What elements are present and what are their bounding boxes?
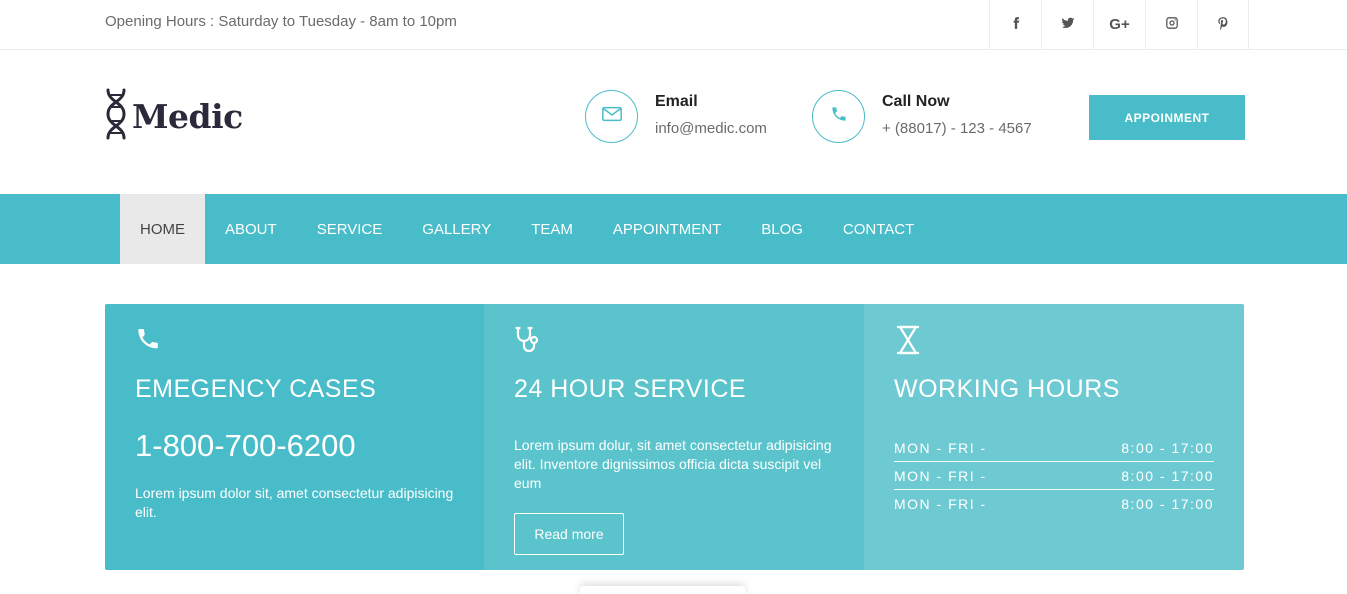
email-icon-circle: [585, 90, 638, 143]
hours-day: MON - FRI -: [894, 496, 987, 512]
next-section-edge: [580, 586, 745, 594]
service-title: 24 HOUR SERVICE: [514, 375, 747, 403]
service-desc: Lorem ipsum dolur, sit amet consectetur …: [514, 437, 832, 491]
emergency-desc: Lorem ipsum dolor sit, amet consectetur …: [135, 485, 454, 520]
emergency-phone[interactable]: 1-800-700-6200: [135, 428, 454, 464]
hours-day: MON - FRI -: [894, 467, 987, 484]
hours-day: MON - FRI -: [894, 439, 987, 456]
email-value[interactable]: info@medic.com: [655, 120, 767, 137]
working-hours-title: WORKING HOURS: [894, 375, 1120, 403]
main-nav: HOME ABOUT SERVICE GALLERY TEAM APPOINTM…: [0, 194, 1347, 264]
nav-item-blog[interactable]: BLOG: [741, 194, 823, 264]
pinterest-link[interactable]: [1197, 0, 1249, 49]
phone-icon-circle: [812, 90, 865, 143]
emergency-title: EMEGENCY CASES: [135, 375, 377, 403]
nav-item-team[interactable]: TEAM: [511, 194, 593, 264]
emergency-box: EMEGENCY CASES 1-800-700-6200 Lorem ipsu…: [105, 304, 484, 570]
feature-boxes: EMEGENCY CASES 1-800-700-6200 Lorem ipsu…: [105, 304, 1244, 570]
call-contact: Call Now + (88017) - 123 - 4567: [812, 90, 1032, 143]
facebook-icon: [1009, 16, 1023, 33]
hours-time: 8:00 - 17:00: [1121, 496, 1214, 512]
read-more-button[interactable]: Read more: [514, 513, 624, 555]
hours-row: MON - FRI - 8:00 - 17:00: [894, 490, 1214, 518]
call-value[interactable]: + (88017) - 123 - 4567: [882, 120, 1032, 137]
service-box: 24 HOUR SERVICE Lorem ipsum dolur, sit a…: [484, 304, 864, 570]
pinterest-icon: [1216, 16, 1230, 33]
twitter-link[interactable]: [1041, 0, 1093, 49]
dna-icon: [104, 88, 128, 145]
nav-item-service[interactable]: SERVICE: [297, 194, 403, 264]
facebook-link[interactable]: [989, 0, 1041, 49]
hours-row: MON - FRI - 8:00 - 17:00: [894, 462, 1214, 490]
stethoscope-icon: [514, 326, 542, 360]
hours-time: 8:00 - 17:00: [1121, 467, 1214, 484]
phone-icon: [135, 329, 163, 360]
brand-name: Medic: [132, 97, 243, 136]
site-logo[interactable]: Medic: [104, 88, 243, 145]
instagram-icon: [1165, 16, 1179, 33]
top-bar: Opening Hours : Saturday to Tuesday - 8a…: [0, 0, 1347, 50]
hours-time: 8:00 - 17:00: [1121, 439, 1214, 456]
nav-item-home[interactable]: HOME: [120, 194, 205, 264]
phone-icon: [828, 103, 850, 130]
instagram-link[interactable]: [1145, 0, 1197, 49]
nav-item-contact[interactable]: CONTACT: [823, 194, 934, 264]
call-title: Call Now: [882, 93, 950, 110]
email-title: Email: [655, 93, 698, 110]
envelope-icon: [601, 103, 623, 130]
google-plus-icon: G+: [1109, 16, 1130, 33]
nav-item-gallery[interactable]: GALLERY: [402, 194, 511, 264]
google-plus-link[interactable]: G+: [1093, 0, 1145, 49]
email-contact: Email info@medic.com: [585, 90, 767, 143]
hours-list: MON - FRI - 8:00 - 17:00 MON - FRI - 8:0…: [894, 434, 1214, 518]
nav-item-appointment[interactable]: APPOINTMENT: [593, 194, 741, 264]
twitter-icon: [1061, 16, 1075, 33]
hours-row: MON - FRI - 8:00 - 17:00: [894, 434, 1214, 462]
nav-item-about[interactable]: ABOUT: [205, 194, 297, 264]
opening-hours: Opening Hours : Saturday to Tuesday - 8a…: [105, 13, 457, 30]
appointment-button[interactable]: APPOINMENT: [1089, 95, 1245, 140]
social-links: G+: [989, 0, 1249, 49]
hourglass-icon: [894, 325, 922, 360]
working-hours-box: WORKING HOURS MON - FRI - 8:00 - 17:00 M…: [864, 304, 1244, 570]
